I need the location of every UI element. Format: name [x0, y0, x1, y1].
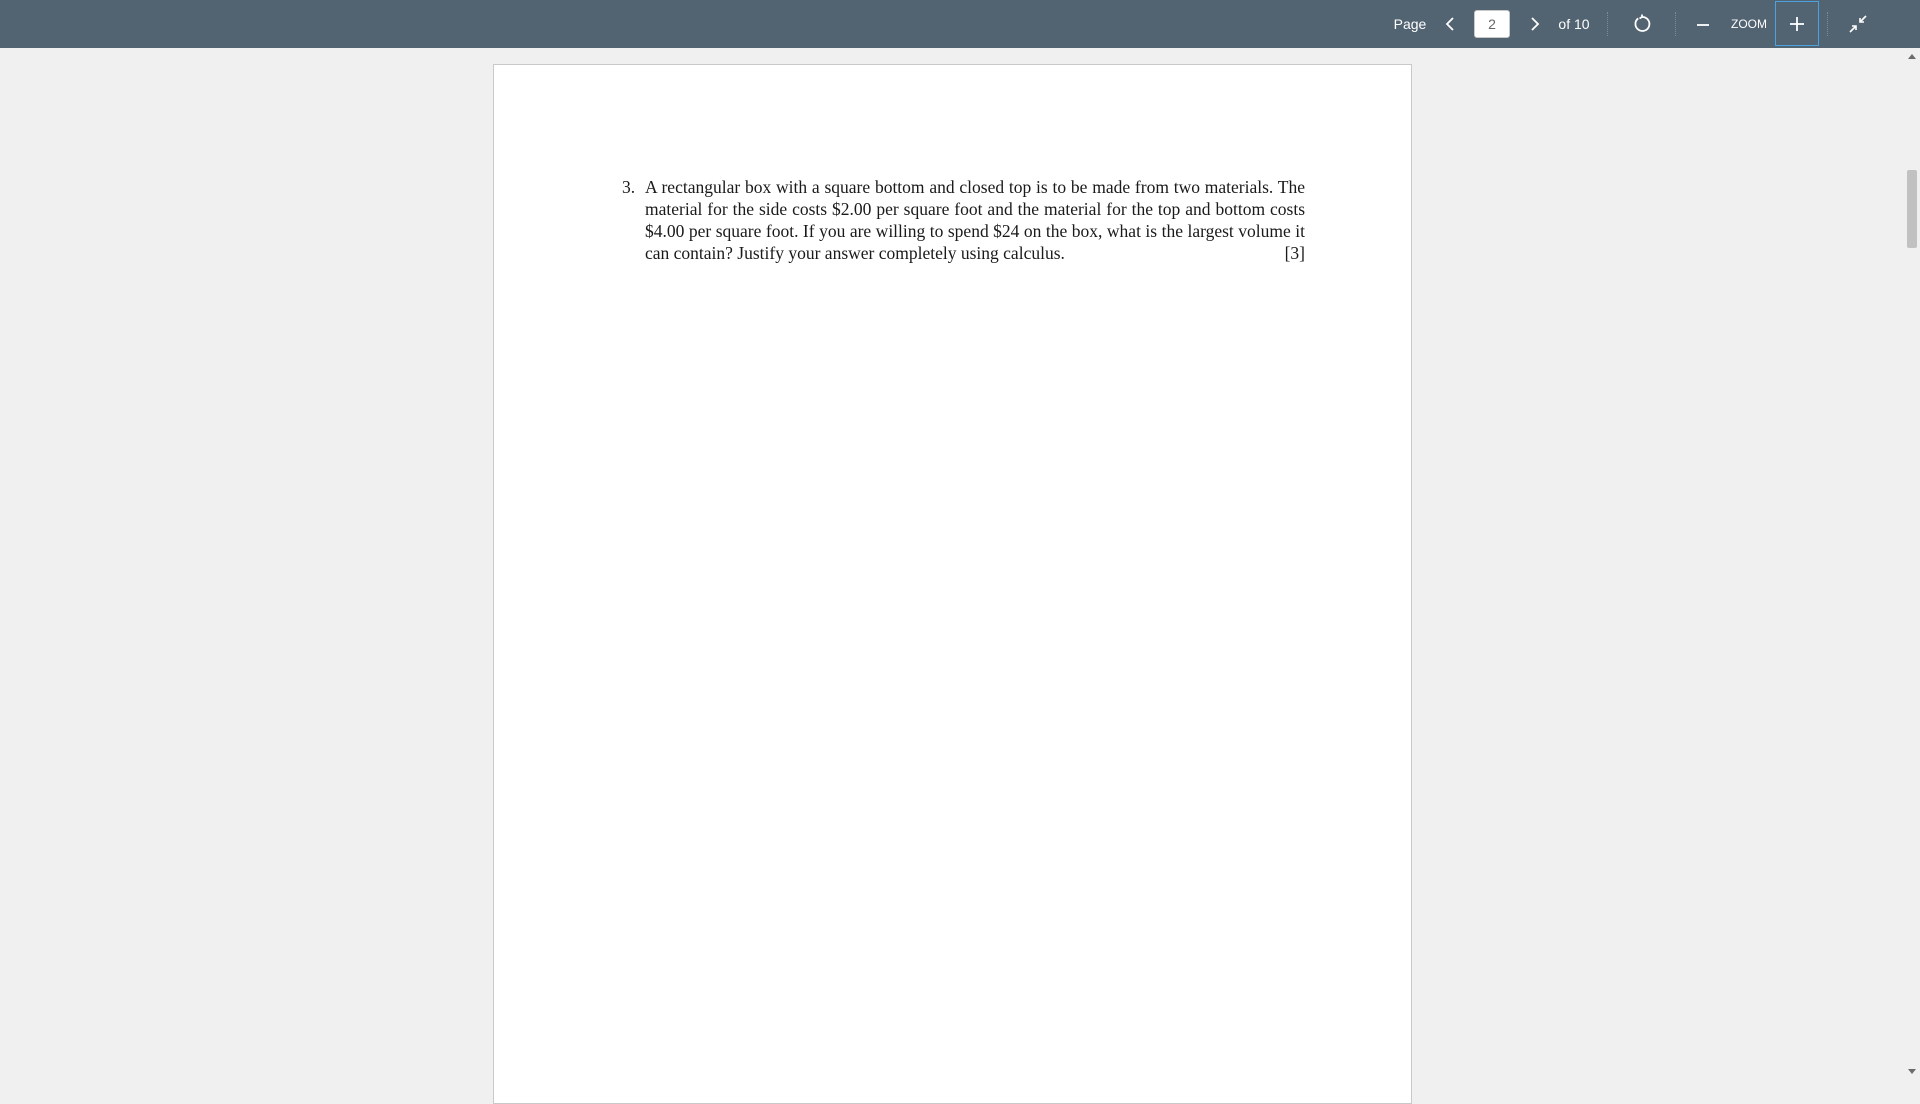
question-text: A rectangular box with a square bottom a… — [645, 177, 1305, 263]
exit-fullscreen-button[interactable] — [1840, 0, 1876, 48]
collapse-icon — [1849, 15, 1867, 33]
zoom-in-button[interactable] — [1779, 0, 1815, 48]
scroll-thumb[interactable] — [1907, 170, 1917, 248]
vertical-scrollbar[interactable] — [1904, 48, 1920, 1080]
question-marks: [3] — [1284, 243, 1305, 263]
rotate-button[interactable] — [1624, 0, 1660, 48]
toolbar-divider — [1675, 12, 1676, 36]
document-page: 3. A rectangular box with a square botto… — [493, 64, 1412, 1104]
zoom-label: ZOOM — [1731, 17, 1767, 31]
question-block: 3. A rectangular box with a square botto… — [622, 176, 1305, 264]
scroll-down-arrow-icon[interactable] — [1908, 1069, 1916, 1074]
page-label: Page — [1393, 16, 1427, 32]
zoom-out-button[interactable] — [1685, 0, 1721, 48]
page-number-input[interactable] — [1474, 10, 1510, 38]
next-page-button[interactable] — [1516, 0, 1552, 48]
scroll-up-arrow-icon[interactable] — [1908, 54, 1916, 59]
rotate-icon — [1634, 14, 1651, 32]
chevron-right-icon — [1531, 17, 1540, 31]
minus-icon — [1697, 24, 1709, 26]
plus-icon — [1790, 17, 1804, 31]
previous-page-button[interactable] — [1433, 0, 1469, 48]
total-pages-label: of 10 — [1558, 16, 1590, 32]
question-number: 3. — [622, 177, 636, 197]
chevron-left-icon — [1445, 17, 1454, 31]
question-body: A rectangular box with a square bottom a… — [645, 176, 1305, 264]
pdf-toolbar: Page of 10 ZOOM — [0, 0, 1920, 48]
toolbar-divider — [1827, 12, 1828, 36]
toolbar-divider — [1607, 12, 1608, 36]
